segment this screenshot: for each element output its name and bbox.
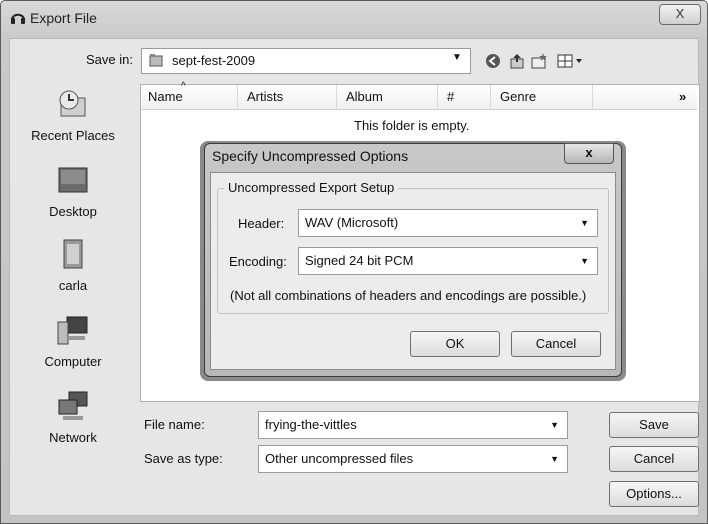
dialog-title: Specify Uncompressed Options (212, 148, 409, 164)
new-folder-icon[interactable] (530, 52, 548, 70)
dialog-cancel-button[interactable]: Cancel (511, 331, 601, 357)
chevron-down-icon[interactable]: ▼ (550, 454, 559, 464)
column-artists[interactable]: Artists (247, 89, 283, 104)
save-in-label: Save in: (86, 52, 133, 67)
column-name[interactable]: Name (148, 89, 183, 104)
empty-folder-message: This folder is empty. (354, 118, 470, 133)
places-recent[interactable]: Recent Places (18, 88, 128, 143)
column-divider[interactable] (592, 85, 593, 109)
audacity-headphones-icon (11, 13, 25, 24)
save-button[interactable]: Save (609, 412, 699, 438)
network-icon (58, 391, 88, 420)
cancel-button[interactable]: Cancel (609, 446, 699, 472)
title-bar[interactable] (0, 0, 706, 34)
places-user-label: carla (58, 278, 88, 293)
options-button[interactable]: Options... (609, 481, 699, 507)
encoding-label: Encoding: (229, 254, 287, 269)
window-title: Export File (30, 10, 97, 26)
desktop-icon (58, 167, 88, 193)
column-divider[interactable] (237, 85, 238, 109)
places-recent-label: Recent Places (31, 128, 115, 143)
chevron-down-icon[interactable]: ▼ (550, 420, 559, 430)
places-user[interactable]: carla (18, 238, 128, 293)
file-list-header: Name ^ Artists Album # Genre » (141, 81, 697, 110)
file-name-value: frying-the-vittles (265, 417, 357, 432)
group-title: Uncompressed Export Setup (224, 180, 399, 195)
file-name-input[interactable]: frying-the-vittles ▼ (258, 411, 568, 439)
window-close-button[interactable]: X (659, 4, 701, 25)
sort-ascending-icon: ^ (181, 81, 186, 92)
places-desktop-label: Desktop (49, 204, 97, 219)
file-name-label: File name: (144, 417, 205, 432)
places-computer-label: Computer (44, 354, 102, 369)
save-type-label: Save as type: (144, 451, 223, 466)
save-type-value: Other uncompressed files (265, 451, 414, 466)
column-divider[interactable] (490, 85, 491, 109)
encoding-dropdown[interactable]: Signed 24 bit PCM ▼ (298, 247, 598, 275)
dialog-close-button[interactable]: x (564, 143, 614, 164)
chevron-down-icon[interactable]: ▼ (580, 218, 589, 228)
chevron-down-icon[interactable]: ▼ (580, 256, 589, 266)
ok-button[interactable]: OK (410, 331, 500, 357)
places-desktop[interactable]: Desktop (18, 164, 128, 219)
chevron-down-icon[interactable]: ▼ (452, 52, 462, 63)
header-value: WAV (Microsoft) (305, 215, 399, 230)
recent-places-icon (59, 90, 86, 117)
save-in-value: sept-fest-2009 (172, 53, 256, 68)
encoding-value: Signed 24 bit PCM (305, 253, 414, 268)
column-album[interactable]: Album (346, 89, 383, 104)
user-folder-icon (63, 239, 83, 269)
places-network-label: Network (49, 430, 97, 445)
save-type-dropdown[interactable]: Other uncompressed files ▼ (258, 445, 568, 473)
places-bar: Recent Places Desktop carla Computer Net… (18, 80, 128, 470)
header-dropdown[interactable]: WAV (Microsoft) ▼ (298, 209, 598, 237)
up-folder-icon[interactable] (508, 52, 526, 70)
places-network[interactable]: Network (18, 390, 128, 445)
back-icon[interactable] (484, 52, 502, 70)
header-label: Header: (238, 216, 285, 231)
compatibility-note: (Not all combinations of headers and enc… (230, 288, 587, 303)
computer-icon (57, 316, 88, 345)
column-genre[interactable]: Genre (500, 89, 536, 104)
column-divider[interactable] (437, 85, 438, 109)
column-number[interactable]: # (447, 89, 454, 104)
folder-icon (149, 54, 163, 67)
more-columns-icon[interactable]: » (679, 89, 686, 104)
views-menu-icon[interactable] (556, 52, 586, 70)
column-divider[interactable] (336, 85, 337, 109)
places-computer[interactable]: Computer (18, 314, 128, 369)
